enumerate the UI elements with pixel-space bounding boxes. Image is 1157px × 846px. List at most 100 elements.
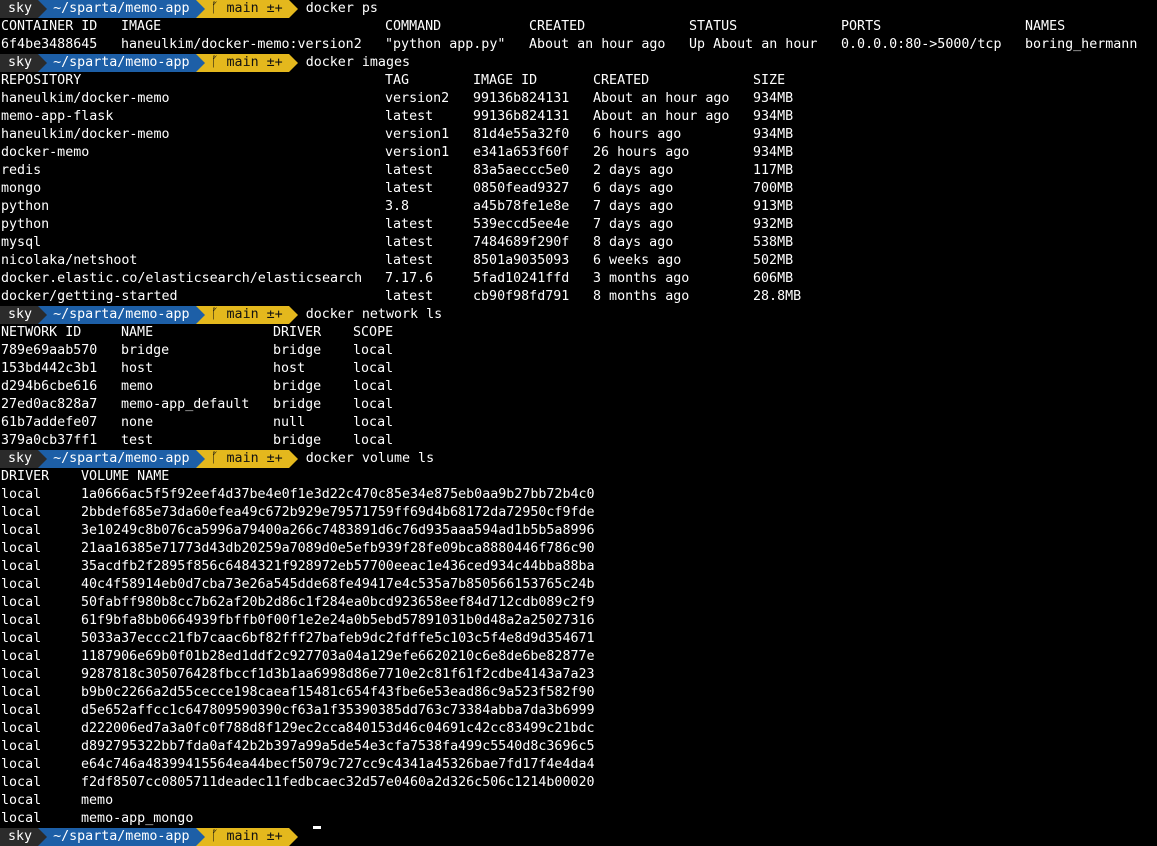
network-cell: 789e69aab570: [1, 343, 98, 358]
volume-cell: local: [1, 739, 42, 754]
ps-header-cell: PORTS: [841, 19, 882, 34]
images-cell: docker.elastic.co/elasticsearch/elastics…: [1, 271, 363, 286]
volume-cell: 61f9bfa8bb0664939fbffb0f00f1e2e24a0b5ebd…: [81, 613, 595, 628]
images-row: docker-memo version1 e341a653f60f 26 hours …: [0, 144, 1157, 162]
volume-row: local f2df8507cc0805711deadec11fedbcaec32…: [0, 774, 1157, 792]
volume-cell: memo-app_mongo: [81, 811, 194, 826]
images-cell: version1: [385, 145, 450, 160]
volume-row: local 1187906e69b0f01b28ed1ddf2c927703a04…: [0, 648, 1157, 666]
network-row: 789e69aab570 bridge bridge local: [0, 342, 1157, 360]
branch-icon: ᚵ: [210, 829, 227, 844]
network-cell: local: [353, 379, 394, 394]
volume-cell: local: [1, 757, 42, 772]
ps-cell: 0.0.0.0:80->5000/tcp: [841, 37, 1002, 52]
prompt-git: ᚵ main ±+: [204, 54, 289, 72]
network-row: d294b6cbe616 memo bridge local: [0, 378, 1157, 396]
prompt-separator-icon: [288, 828, 298, 846]
images-cell: 99136b824131: [473, 109, 570, 124]
volume-row: local b9b0c2266a2d55cecce198caeaf15481c65…: [0, 684, 1157, 702]
images-cell: 2 days ago: [593, 163, 674, 178]
prompt-separator-icon: [38, 54, 48, 72]
network-cell: bridge: [273, 379, 322, 394]
volume-cell: local: [1, 667, 42, 682]
terminal-window[interactable]: sky ~/sparta/memo-app ᚵ main ±+ docker ps CO…: [0, 0, 1157, 846]
volume-cell: b9b0c2266a2d55cecce198caeaf15481c654f43f…: [81, 685, 595, 700]
volume-row: local d5e652affcc1c647809590390cf63a1f353…: [0, 702, 1157, 720]
images-cell: mysql: [1, 235, 42, 250]
ps-cell: About an hour ago: [529, 37, 666, 52]
volume-cell: 3e10249c8b076ca5996a79400a266c7483891d6c…: [81, 523, 595, 538]
ps-cell: "python app.py": [385, 37, 506, 52]
images-cell: 934MB: [753, 145, 794, 160]
images-cell: 539eccd5ee4e: [473, 217, 570, 232]
volume-header-cell: VOLUME NAME: [81, 469, 170, 484]
images-cell: 8 days ago: [593, 235, 674, 250]
images-row: python 3.8 a45b78fe1e8e 7 days ago 913MB: [0, 198, 1157, 216]
images-header-cell: TAG: [385, 73, 410, 88]
network-row: 153bd442c3b1 host host local: [0, 360, 1157, 378]
volume-row: local memo: [0, 792, 1157, 810]
volume-cell: 1187906e69b0f01b28ed1ddf2c927703a04a129e…: [81, 649, 595, 664]
images-cell: latest: [385, 163, 434, 178]
prompt-separator-icon: [38, 306, 48, 324]
volume-cell: d892795322bb7fda0af42b2b397a99a5de54e3cf…: [81, 739, 595, 754]
volume-cell: 40c4f58914eb0d7cba73e26a545dde68fe49417e…: [81, 577, 595, 592]
command-network: docker network ls: [305, 307, 443, 322]
prompt-separator-icon: [288, 0, 298, 18]
prompt-git: ᚵ main ±+: [204, 306, 289, 324]
prompt-line: sky ~/sparta/memo-app ᚵ main ±+ docker volu…: [0, 450, 1157, 468]
volume-cell: d5e652affcc1c647809590390cf63a1f35390385…: [81, 703, 595, 718]
volume-cell: 50fabff980b8cc7b62af20b2d86c1f284ea0bcd9…: [81, 595, 595, 610]
images-cell: haneulkim/docker-memo: [1, 127, 170, 142]
prompt-separator-icon: [38, 0, 48, 18]
command-images: docker images: [305, 55, 411, 70]
network-cell: 153bd442c3b1: [1, 361, 98, 376]
ps-header-row: CONTAINER ID IMAGE COMMAND CREATED STATUS POR…: [0, 18, 1157, 36]
volume-cell: local: [1, 793, 42, 808]
network-cell: host: [273, 361, 306, 376]
ps-header-cell: STATUS: [689, 19, 738, 34]
images-header-cell: IMAGE ID: [473, 73, 538, 88]
images-row: mysql latest 7484689f290f 8 days ago 538MB: [0, 234, 1157, 252]
network-header-cell: NAME: [121, 325, 154, 340]
volume-cell: memo: [81, 793, 114, 808]
volume-cell: local: [1, 721, 42, 736]
volume-cell: 9287818c305076428fbccf1d3b1aa6998d86e771…: [81, 667, 595, 682]
network-cell: memo: [121, 379, 154, 394]
prompt-user: sky: [0, 828, 39, 846]
images-row: memo-app-flask latest 99136b824131 About an…: [0, 108, 1157, 126]
volume-row: local 40c4f58914eb0d7cba73e26a545dde68fe4…: [0, 576, 1157, 594]
network-cell: null: [273, 415, 306, 430]
prompt-path: ~/sparta/memo-app: [47, 828, 196, 846]
images-cell: 7.17.6: [385, 271, 434, 286]
images-cell: a45b78fe1e8e: [473, 199, 570, 214]
prompt-path: ~/sparta/memo-app: [47, 450, 196, 468]
network-row: 379a0cb37ff1 test bridge local: [0, 432, 1157, 450]
images-cell: latest: [385, 289, 434, 304]
volume-header-row: DRIVER VOLUME NAME: [0, 468, 1157, 486]
images-cell: mongo: [1, 181, 42, 196]
prompt-separator-icon: [195, 828, 205, 846]
images-cell: redis: [1, 163, 42, 178]
network-header-row: NETWORK ID NAME DRIVER SCOPE: [0, 324, 1157, 342]
prompt-user: sky: [0, 54, 39, 72]
images-cell: 538MB: [753, 235, 794, 250]
images-cell: nicolaka/netshoot: [1, 253, 138, 268]
prompt-git: ᚵ main ±+: [204, 828, 289, 846]
volume-cell: 35acdfb2f2895f856c6484321f928972eb57700e…: [81, 559, 595, 574]
images-cell: python: [1, 199, 50, 214]
network-cell: bridge: [273, 343, 322, 358]
prompt-path: ~/sparta/memo-app: [47, 0, 196, 18]
prompt-line: sky ~/sparta/memo-app ᚵ main ±+: [0, 828, 1157, 846]
images-row: docker/getting-started latest cb90f98fd791…: [0, 288, 1157, 306]
images-cell: 117MB: [753, 163, 794, 178]
prompt-git: ᚵ main ±+: [204, 0, 289, 18]
network-cell: 27ed0ac828a7: [1, 397, 98, 412]
network-cell: host: [121, 361, 154, 376]
images-header-cell: CREATED: [593, 73, 650, 88]
images-cell: 6 days ago: [593, 181, 674, 196]
branch-icon: ᚵ: [210, 451, 227, 466]
images-cell: latest: [385, 109, 434, 124]
ps-cell: 6f4be3488645: [1, 37, 98, 52]
images-cell: 913MB: [753, 199, 794, 214]
